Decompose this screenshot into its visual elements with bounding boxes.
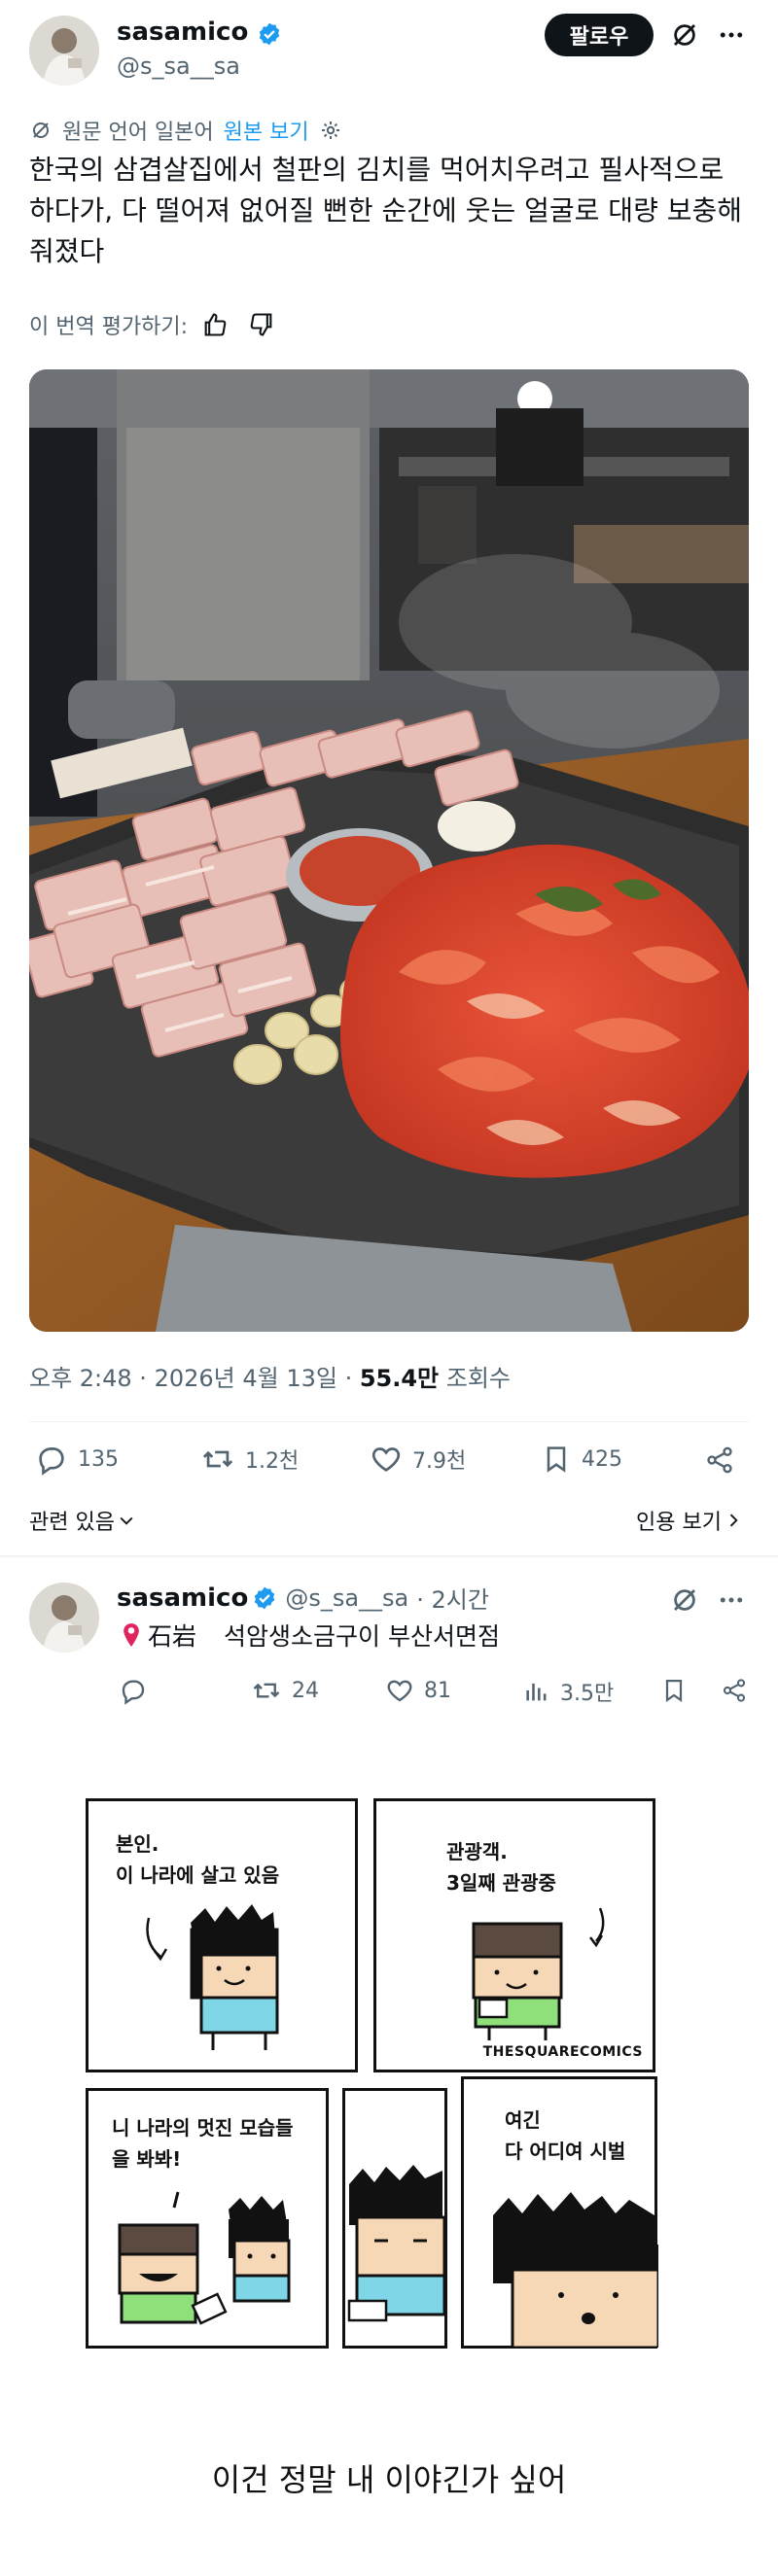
reply-author-avatar[interactable] — [29, 1583, 99, 1653]
author-name[interactable]: sasamico — [117, 17, 248, 47]
heart-icon — [371, 1447, 401, 1472]
author-name-row: sasamico — [117, 17, 282, 47]
like-count: 7.9천 — [412, 1449, 467, 1474]
translation-note-row: 원문 언어 일본어 원본 보기 — [29, 115, 342, 146]
retweet-button[interactable]: 1.2천 — [200, 1443, 299, 1476]
reply-more-icon[interactable] — [714, 1583, 749, 1618]
comic-panel-2: 관광객. 3일째 관광중 THESQUARECOMICS — [373, 1798, 655, 2072]
reply-retweet-count: 24 — [292, 1678, 319, 1703]
grok-icon[interactable] — [667, 17, 702, 52]
reply-text: 석암생소금구이 부산서면점 — [224, 1622, 500, 1651]
follow-button[interactable]: 팔로우 — [545, 14, 654, 56]
rate-translation-row: 이 번역 평가하기: — [29, 309, 275, 340]
reply-count: 135 — [78, 1446, 119, 1472]
views-count: 55.4만 — [359, 1365, 440, 1392]
translate-icon — [33, 122, 49, 138]
reply-icon — [122, 1680, 145, 1705]
reply-author-name[interactable]: sasamico — [117, 1584, 248, 1613]
comic-panel-4 — [342, 2088, 447, 2349]
share-icon — [723, 1679, 746, 1702]
bookmark-icon — [665, 1679, 683, 1703]
bookmark-count: 425 — [582, 1446, 622, 1472]
comic-panel2-line1: 관광객. — [446, 1840, 508, 1863]
reply-views-count: 3.5만 — [560, 1682, 615, 1706]
retweet-icon — [253, 1683, 280, 1698]
tweet-photo[interactable] — [29, 369, 749, 1332]
comic-panel5-line1: 여긴 — [505, 2108, 541, 2132]
author-handle[interactable]: @s_sa__sa — [117, 52, 240, 80]
reply-reply-button[interactable] — [119, 1676, 158, 1705]
chevron-down-icon — [120, 1516, 133, 1525]
thumbs-up-icon[interactable] — [201, 311, 229, 338]
translation-note: 원문 언어 일본어 — [62, 121, 214, 145]
tweet-timestamp[interactable]: 오후 2:48 · 2026년 4월 13일 · — [29, 1365, 360, 1392]
reply-share-button[interactable] — [718, 1674, 751, 1707]
comic-panel3-line1: 니 나라의 멋진 모습들 — [112, 2116, 294, 2140]
comic-panel-5: 여긴 다 어디여 시벌 — [461, 2076, 658, 2349]
views-chart-icon — [526, 1683, 547, 1701]
related-label: 관련 있음 — [29, 1511, 115, 1535]
chevron-right-icon — [729, 1514, 738, 1527]
reply-like-count: 81 — [424, 1678, 451, 1703]
reply-text-row: 石岩 석암생소금구이 부산서면점 — [121, 1618, 500, 1653]
more-options-icon[interactable] — [714, 17, 749, 52]
comic-panel2-line2: 3일째 관광중 — [446, 1871, 556, 1895]
show-original-link[interactable]: 원본 보기 — [224, 115, 309, 146]
verified-badge-icon — [260, 22, 280, 45]
reply-header: sasamico @s_sa__sa · 2시간 — [117, 1581, 489, 1615]
rate-translation-label: 이 번역 평가하기: — [29, 315, 189, 339]
comic-panel1-line1: 본인. — [116, 1832, 159, 1856]
share-button[interactable] — [702, 1443, 737, 1478]
reply-icon — [39, 1447, 64, 1476]
comic-panel-3: 니 나라의 멋진 모습들 을 봐봐! — [86, 2088, 329, 2349]
tweet-timestamp-row: 오후 2:48 · 2026년 4월 13일 · 55.4만 조회수 — [29, 1359, 511, 1393]
reply-like-button[interactable]: 81 — [385, 1676, 451, 1705]
author-avatar[interactable] — [29, 16, 99, 86]
divider — [29, 1421, 749, 1422]
settings-gear-icon[interactable] — [319, 119, 342, 142]
reply-author-handle[interactable]: @s_sa__sa — [285, 1584, 408, 1612]
share-icon — [707, 1446, 732, 1474]
comic-image: 본인. 이 나라에 살고 있음 관광객. 3일째 관광중 THESQUARECO… — [82, 1794, 665, 2358]
reply-retweet-button[interactable]: 24 — [251, 1676, 319, 1705]
comic-panel-1: 본인. 이 나라에 살고 있음 — [86, 1798, 358, 2072]
comic-signature: THESQUARECOMICS — [482, 2044, 643, 2060]
reply-grok-icon[interactable] — [667, 1583, 702, 1618]
section-divider — [0, 1555, 778, 1557]
reply-age[interactable]: · 2시간 — [416, 1581, 489, 1615]
thumbs-down-icon[interactable] — [248, 311, 275, 338]
reply-location-label: 石岩 — [148, 1622, 197, 1651]
verified-badge-icon — [255, 1586, 275, 1609]
reply-views-button[interactable]: 3.5만 — [523, 1676, 614, 1707]
comic-panel5-line2: 다 어디여 시벌 — [505, 2140, 626, 2163]
like-button[interactable]: 7.9천 — [370, 1443, 466, 1476]
reply-bookmark-button[interactable] — [657, 1674, 690, 1707]
retweet-count: 1.2천 — [245, 1449, 300, 1474]
comic-panel1-line2: 이 나라에 살고 있음 — [116, 1863, 280, 1887]
heart-icon — [387, 1680, 412, 1702]
reply-button[interactable]: 135 — [35, 1443, 119, 1476]
view-quotes-link[interactable]: 인용 보기 — [636, 1505, 743, 1536]
related-toggle[interactable]: 관련 있음 — [29, 1505, 136, 1536]
view-quotes-label: 인용 보기 — [636, 1511, 722, 1535]
location-pin-icon — [124, 1623, 139, 1647]
views-label: 조회수 — [439, 1365, 512, 1392]
tweet-text: 한국의 삼겹살집에서 철판의 김치를 먹어치우려고 필사적으로 하다가, 다 떨… — [29, 154, 743, 267]
bookmark-button[interactable]: 425 — [541, 1443, 622, 1476]
retweet-icon — [202, 1450, 233, 1468]
bottom-caption: 이건 정말 내 이야긴가 싶어 — [211, 2461, 567, 2498]
comic-panel3-line2: 을 봐봐! — [112, 2147, 182, 2171]
bookmark-icon — [547, 1446, 566, 1473]
